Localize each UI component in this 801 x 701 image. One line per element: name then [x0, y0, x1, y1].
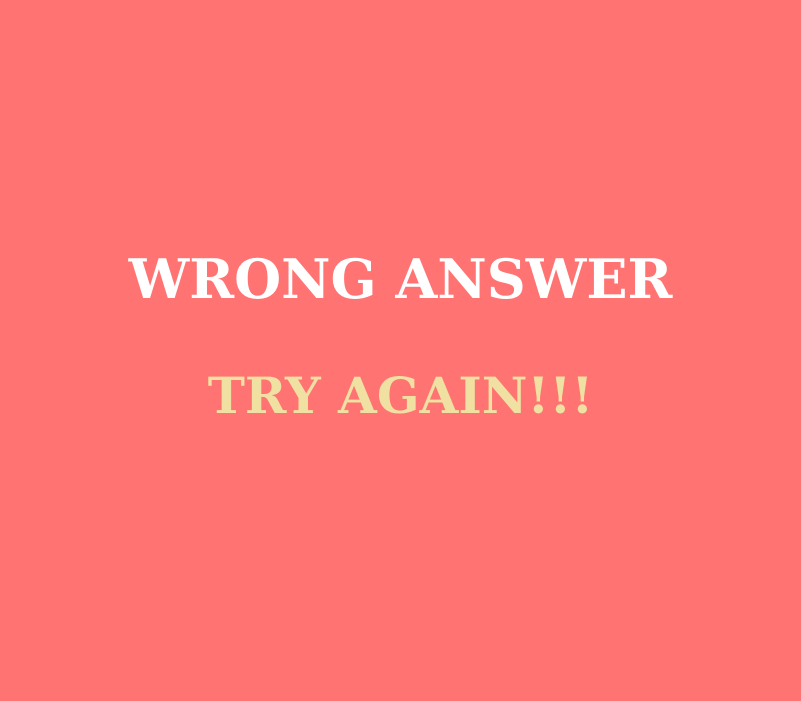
wrong-answer-heading: WRONG ANSWER	[128, 247, 673, 311]
try-again-text: TRY AGAIN!!!	[207, 366, 594, 425]
wrong-answer-screen: WRONG ANSWER TRY AGAIN!!!	[0, 0, 801, 701]
